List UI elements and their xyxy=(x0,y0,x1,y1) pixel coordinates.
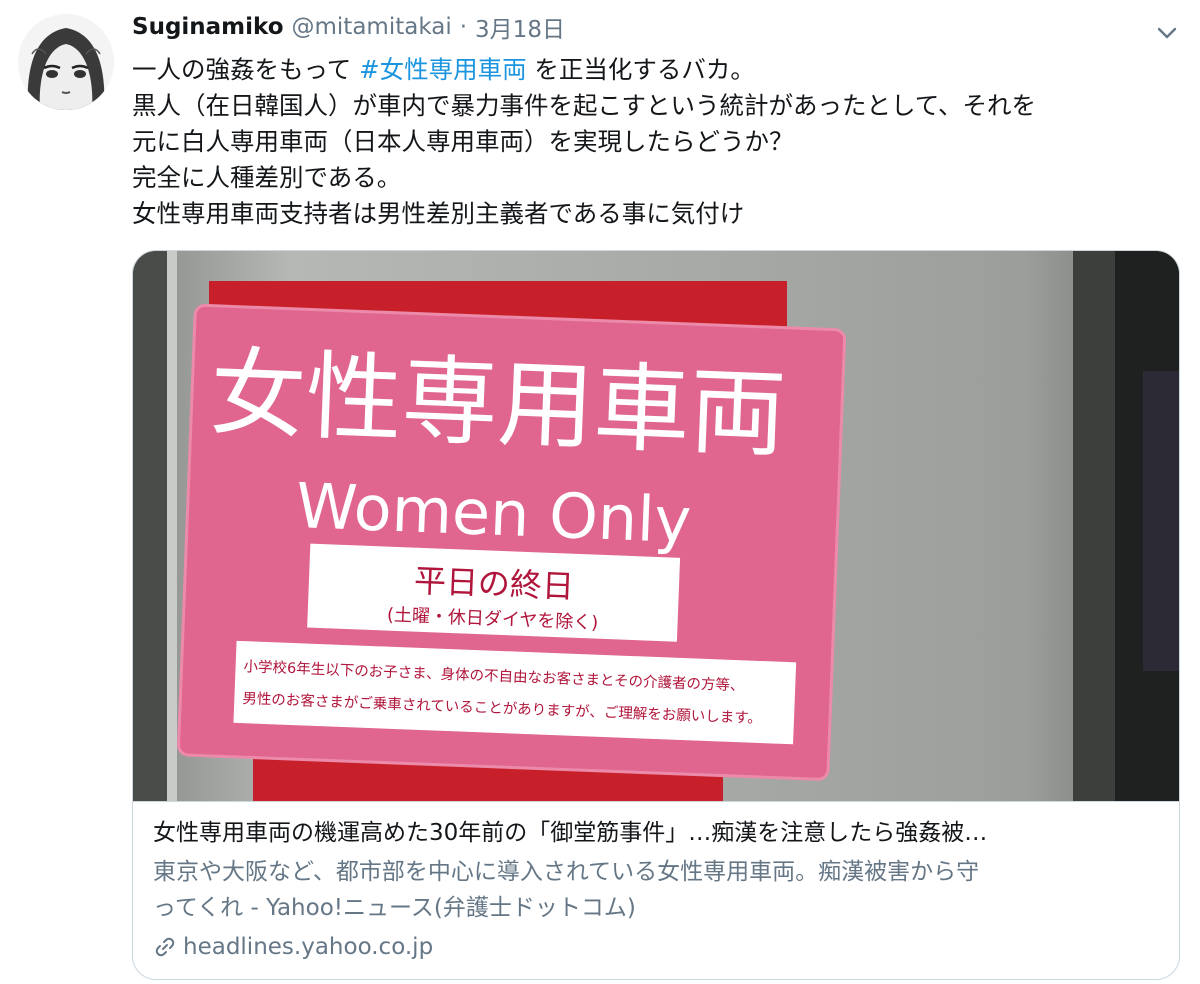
card-description-line-1: 東京や大阪など、都市部を中心に導入されている女性専用車両。痴漢被害から守 xyxy=(153,859,980,885)
link-preview-card[interactable]: 女性専用車両 Women Only 平日の終日 (土曜・休日ダイヤを除く) 小学… xyxy=(132,250,1180,980)
tweet-text-segment: 一人の強姦をもって xyxy=(132,55,360,84)
avatar-illustration xyxy=(18,14,114,110)
more-options-button[interactable] xyxy=(1152,18,1182,48)
chevron-down-icon xyxy=(1157,27,1177,39)
tweet-header: Suginamiko @mitamitakai · 3月18日 xyxy=(132,10,565,44)
tweet-text-line-2: 黒人（在日韓国人）が車内で暴力事件を起こすという統計があったとして、それを xyxy=(132,91,1037,120)
tweet-text-line-4: 完全に人種差別である。 xyxy=(132,163,402,192)
sign-schedule: 平日の終日 xyxy=(413,562,574,606)
tweet-date[interactable]: 3月18日 xyxy=(475,10,565,44)
card-domain[interactable]: headlines.yahoo.co.jp xyxy=(153,930,1161,964)
card-image[interactable]: 女性専用車両 Women Only 平日の終日 (土曜・休日ダイヤを除く) 小学… xyxy=(133,251,1179,801)
display-name[interactable]: Suginamiko xyxy=(132,14,284,40)
sign-title-en: Women Only xyxy=(295,469,693,557)
card-description: 東京や大阪など、都市部を中心に導入されている女性専用車両。痴漢被害から守 ってく… xyxy=(153,854,1161,926)
user-handle[interactable]: @mitamitakai xyxy=(292,14,452,40)
link-icon xyxy=(155,937,175,957)
card-body[interactable]: 女性専用車両の機運高めた30年前の「御堂筋事件」…痴漢を注意したら強姦被… 東京… xyxy=(133,801,1179,979)
avatar[interactable] xyxy=(18,14,114,110)
tweet-text-line-5: 女性専用車両支持者は男性差別主義者である事に気付け xyxy=(132,199,745,228)
tweet-text: 一人の強姦をもって #女性専用車両 を正当化するバカ。 黒人（在日韓国人）が車内… xyxy=(132,52,1182,232)
tweet-text-line-1: 一人の強姦をもって #女性専用車両 を正当化するバカ。 xyxy=(132,52,1182,88)
card-description-line-2: ってくれ - Yahoo!ニュース(弁護士ドットコム) xyxy=(153,895,636,921)
card-domain-text: headlines.yahoo.co.jp xyxy=(183,934,434,960)
sign-title-jp: 女性専用車両 xyxy=(208,337,788,471)
card-title[interactable]: 女性専用車両の機運高めた30年前の「御堂筋事件」…痴漢を注意したら強姦被… xyxy=(153,816,1161,850)
hashtag-link[interactable]: #女性専用車両 xyxy=(359,55,527,84)
tweet-text-line-3: 元に白人専用車両（日本人専用車両）を実現したらどうか？ xyxy=(132,127,794,156)
women-only-sign-photo: 女性専用車両 Women Only 平日の終日 (土曜・休日ダイヤを除く) 小学… xyxy=(133,251,1179,801)
header-separator: · xyxy=(459,14,468,40)
tweet-text-segment: を正当化するバカ。 xyxy=(526,55,755,84)
